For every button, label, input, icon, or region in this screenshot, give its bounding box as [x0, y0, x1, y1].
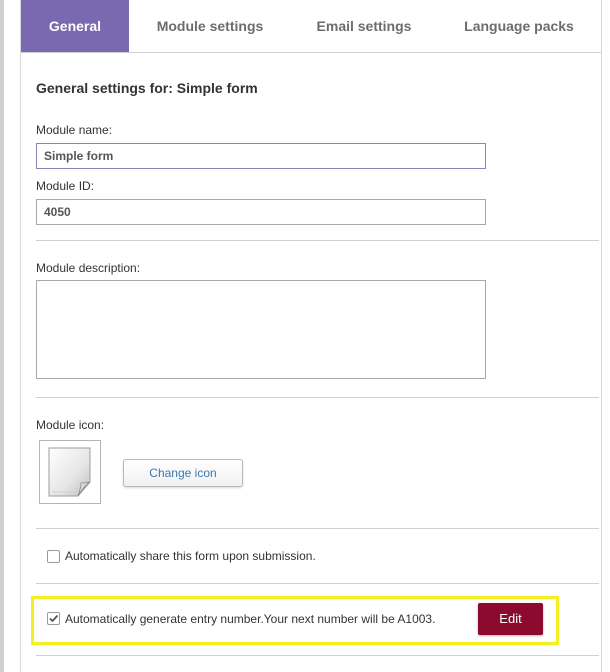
- share-form-checkbox[interactable]: [47, 550, 60, 563]
- share-form-label: Automatically share this form upon submi…: [65, 549, 316, 563]
- module-id-input[interactable]: [36, 199, 486, 225]
- change-icon-button[interactable]: Change icon: [123, 459, 243, 487]
- module-id-label: Module ID:: [36, 179, 95, 193]
- tab-module-settings[interactable]: Module settings: [129, 0, 291, 52]
- divider: [36, 240, 599, 241]
- module-name-label: Module name:: [36, 123, 113, 137]
- module-name-input[interactable]: [36, 143, 486, 169]
- module-description-label: Module description:: [36, 261, 141, 275]
- entry-number-label: Automatically generate entry number.Your…: [65, 612, 436, 626]
- module-icon-label: Module icon:: [36, 418, 105, 432]
- document-page-icon: [48, 447, 91, 497]
- tab-bar: General Module settings Email settings L…: [21, 0, 601, 53]
- module-description-textarea[interactable]: [36, 280, 486, 379]
- tab-general[interactable]: General: [21, 0, 129, 52]
- checkmark-icon: [49, 614, 59, 623]
- page-title: General settings for: Simple form: [36, 80, 258, 96]
- divider: [36, 583, 599, 584]
- module-icon-preview: [39, 440, 101, 504]
- tab-language-packs[interactable]: Language packs: [437, 0, 601, 52]
- divider: [36, 397, 599, 398]
- divider: [36, 655, 599, 656]
- divider: [36, 528, 599, 529]
- tab-email-settings[interactable]: Email settings: [291, 0, 437, 52]
- edit-button[interactable]: Edit: [478, 603, 543, 635]
- left-edge: [0, 0, 4, 672]
- entry-number-checkbox[interactable]: [47, 612, 60, 625]
